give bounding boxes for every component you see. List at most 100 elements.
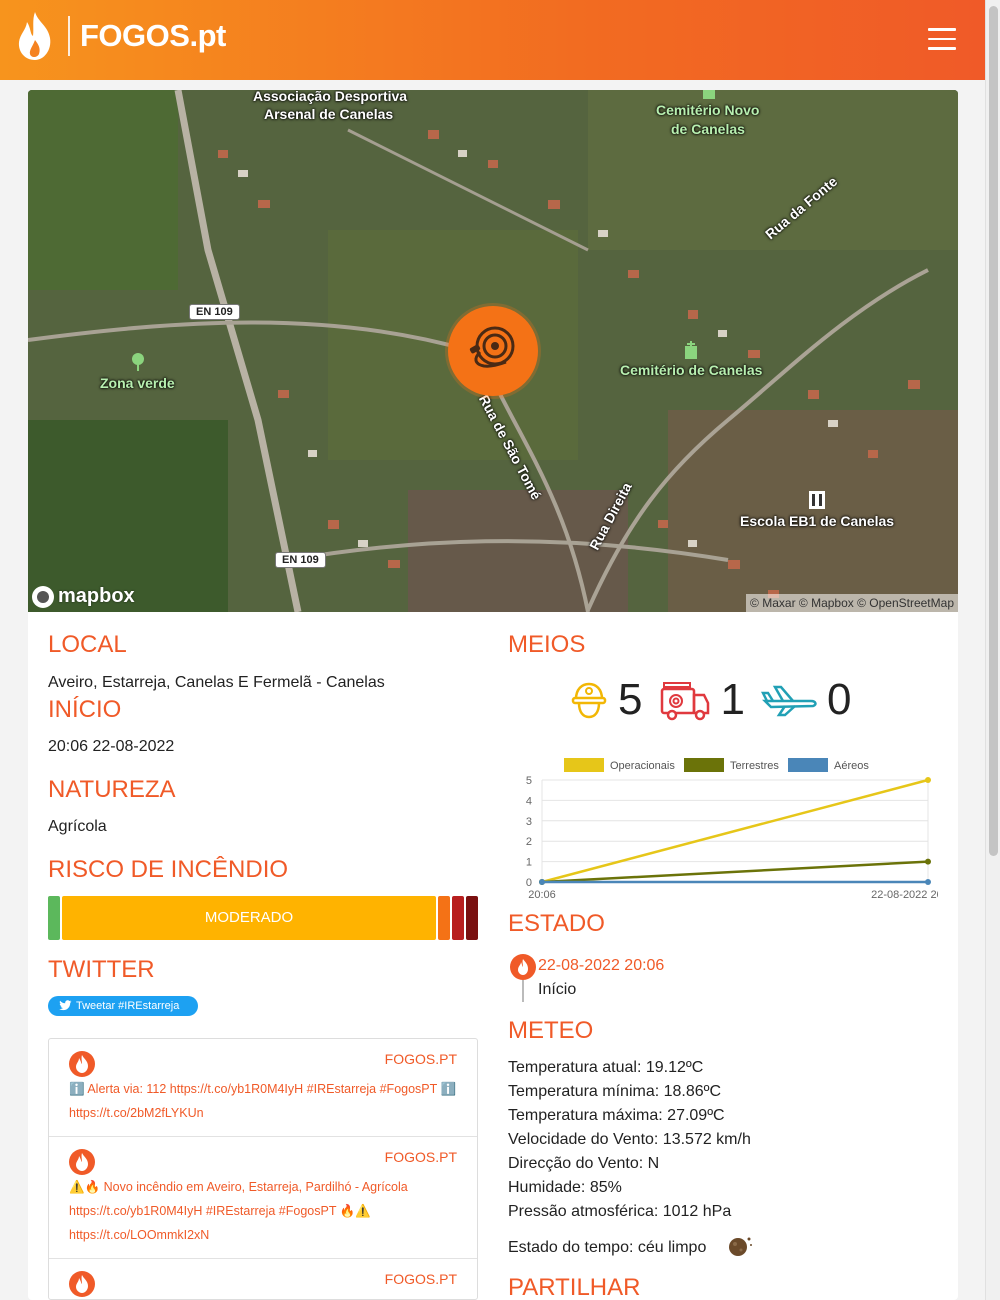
estado-title: ESTADO: [508, 910, 605, 937]
page-scrollbar[interactable]: [985, 0, 1000, 1300]
risk-segment-maximum: [466, 896, 478, 940]
twitter-title: TWITTER: [48, 956, 155, 983]
chart-y-tick-label: 5: [526, 775, 532, 787]
hamburger-menu-icon[interactable]: [928, 28, 956, 52]
logo-text: FOGOS.pt: [80, 18, 226, 53]
chart-legend-swatch: [684, 758, 724, 772]
chart-y-tick-label: 4: [526, 795, 532, 807]
twitter-feed[interactable]: FOGOS.PT ℹ️ Alerta via: 112 https://t.co…: [48, 1038, 478, 1300]
tweet-handle[interactable]: FOGOS.PT: [385, 1051, 457, 1067]
map-label-assoc2: Arsenal de Canelas: [264, 106, 394, 122]
mapbox-logo-text: mapbox: [58, 585, 135, 607]
meteo-title: METEO: [508, 1017, 594, 1044]
meteo-wind-direction: Direcção do Vento: N: [508, 1155, 660, 1172]
tweet-item[interactable]: FOGOS.PT ⚠️🔥 Novo incêndio em Aveiro, Es…: [49, 1137, 477, 1259]
meteo-temp-min: Temperatura mínima: 18.86ºC: [508, 1083, 722, 1100]
estado-label: Início: [538, 981, 577, 998]
risco-title: RISCO DE INCÊNDIO: [48, 856, 289, 883]
estado-timeline-line: [522, 980, 524, 1002]
inicio-title: INÍCIO: [48, 696, 122, 723]
meteo-humidity: Humidade: 85%: [508, 1179, 622, 1196]
flame-logo-icon: [18, 12, 51, 60]
tweet-text: ℹ️ Alerta via: 112 https://t.co/yb1R0M4I…: [69, 1082, 457, 1120]
operacionais-count: 5: [618, 675, 643, 724]
estado-date: 22-08-2022 20:06: [538, 957, 665, 974]
meios-counts: 5 1 0: [568, 670, 867, 730]
scrollbar-thumb[interactable]: [989, 6, 998, 856]
meteo-wind-speed: Velocidade do Vento: 13.572 km/h: [508, 1131, 751, 1148]
chart-data-point: [539, 879, 545, 885]
local-value: Aveiro, Estarreja, Canelas E Fermelã - C…: [48, 674, 385, 691]
chart-legend-label: Terrestres: [730, 760, 779, 772]
meteo-temp-max: Temperatura máxima: 27.09ºC: [508, 1107, 725, 1124]
fogos-avatar-icon: [69, 1051, 95, 1077]
local-title: LOCAL: [48, 631, 127, 658]
logo-separator: [68, 16, 70, 56]
chart-data-point: [925, 777, 931, 783]
terrestres-count: 1: [720, 675, 745, 724]
meteo-pressure: Pressão atmosférica: 1012 hPa: [508, 1203, 732, 1220]
inicio-value: 20:06 22-08-2022: [48, 738, 175, 755]
incident-map[interactable]: Associação Desportiva Arsenal de Canelas…: [28, 90, 958, 612]
chart-y-tick-label: 3: [526, 816, 532, 828]
incident-card: Associação Desportiva Arsenal de Canelas…: [28, 90, 958, 1300]
chart-x-tick-label: 22-08-2022 20:34: [871, 889, 938, 901]
meteo-temp-atual: Temperatura atual: 19.12ºC: [508, 1059, 704, 1076]
chart-legend-swatch: [564, 758, 604, 772]
map-label-cemiterio-novo: Cemitério Novo: [656, 102, 760, 118]
cemetery-icon: [685, 341, 697, 359]
tweet-text: ⚠️🔥 Novo incêndio em Aveiro, Estarreja, …: [69, 1180, 408, 1242]
mapbox-logo[interactable]: mapbox: [32, 585, 135, 608]
tweet-handle[interactable]: FOGOS.PT: [385, 1271, 457, 1287]
park-tree-icon: [132, 353, 144, 371]
map-label-escola: Escola EB1 de Canelas: [740, 513, 895, 529]
tweet-item[interactable]: FOGOS.PT: [49, 1259, 477, 1299]
natureza-title: NATUREZA: [48, 776, 176, 803]
site-header: FOGOS.pt: [0, 0, 985, 80]
meios-title: MEIOS: [508, 631, 586, 658]
chart-series-line: [541, 860, 929, 884]
twitter-bird-icon: [59, 1000, 72, 1011]
fire-risk-bar: MODERADO: [48, 896, 478, 940]
road-badge-en109-bottom: EN 109: [275, 552, 326, 568]
tweet-handle[interactable]: FOGOS.PT: [385, 1149, 457, 1165]
chart-y-tick-label: 2: [526, 836, 532, 848]
chart-legend-swatch: [788, 758, 828, 772]
partilhar-title: PARTILHAR: [508, 1274, 641, 1300]
mapbox-logo-icon: [32, 585, 54, 608]
risk-segment-low: [48, 896, 60, 940]
fire-hose-icon: [469, 326, 515, 368]
chart-legend-label: Aéreos: [834, 760, 869, 772]
school-icon: [809, 491, 825, 509]
fire-truck-icon: [661, 682, 710, 721]
map-label-cemiterio-novo2: de Canelas: [671, 121, 745, 137]
chart-legend-label: Operacionais: [610, 760, 675, 772]
map-label-zona-verde: Zona verde: [100, 375, 175, 391]
chart-data-point: [925, 858, 931, 865]
cemetery-novo-icon: [703, 90, 715, 99]
tweet-item[interactable]: FOGOS.PT ℹ️ Alerta via: 112 https://t.co…: [49, 1039, 477, 1137]
aereos-count: 0: [826, 675, 852, 724]
fogos-avatar-icon: [69, 1271, 95, 1297]
road-badge-en109-top: EN 109: [189, 304, 240, 320]
risk-segment-high: [438, 896, 450, 940]
chart-x-tick-label: 20:06: [528, 889, 556, 901]
tweet-button-label: Tweetar #IREstarreja: [76, 1000, 180, 1012]
natureza-value: Agrícola: [48, 818, 107, 835]
map-label-cemiterio: Cemitério de Canelas: [620, 362, 763, 378]
map-label-assoc: Associação Desportiva: [253, 90, 408, 104]
estado-fire-icon: [510, 954, 536, 980]
aircraft-icon: [760, 685, 817, 717]
risk-segment-very-high: [452, 896, 464, 940]
chart-data-point: [925, 879, 931, 885]
map-attribution[interactable]: © Maxar © Mapbox © OpenStreetMap: [746, 594, 958, 612]
site-logo[interactable]: FOGOS.pt: [14, 8, 226, 64]
chart-series-line: [541, 778, 929, 884]
meteo-weather-state: Estado do tempo: céu limpo: [508, 1239, 707, 1256]
chart-y-tick-label: 0: [526, 877, 532, 889]
tweet-hashtag-button[interactable]: Tweetar #IREstarreja: [48, 996, 198, 1016]
firefighter-icon: [571, 682, 607, 719]
fogos-avatar-icon: [69, 1149, 95, 1175]
risk-level-label: MODERADO: [204, 909, 294, 926]
fire-location-marker[interactable]: [448, 306, 538, 396]
